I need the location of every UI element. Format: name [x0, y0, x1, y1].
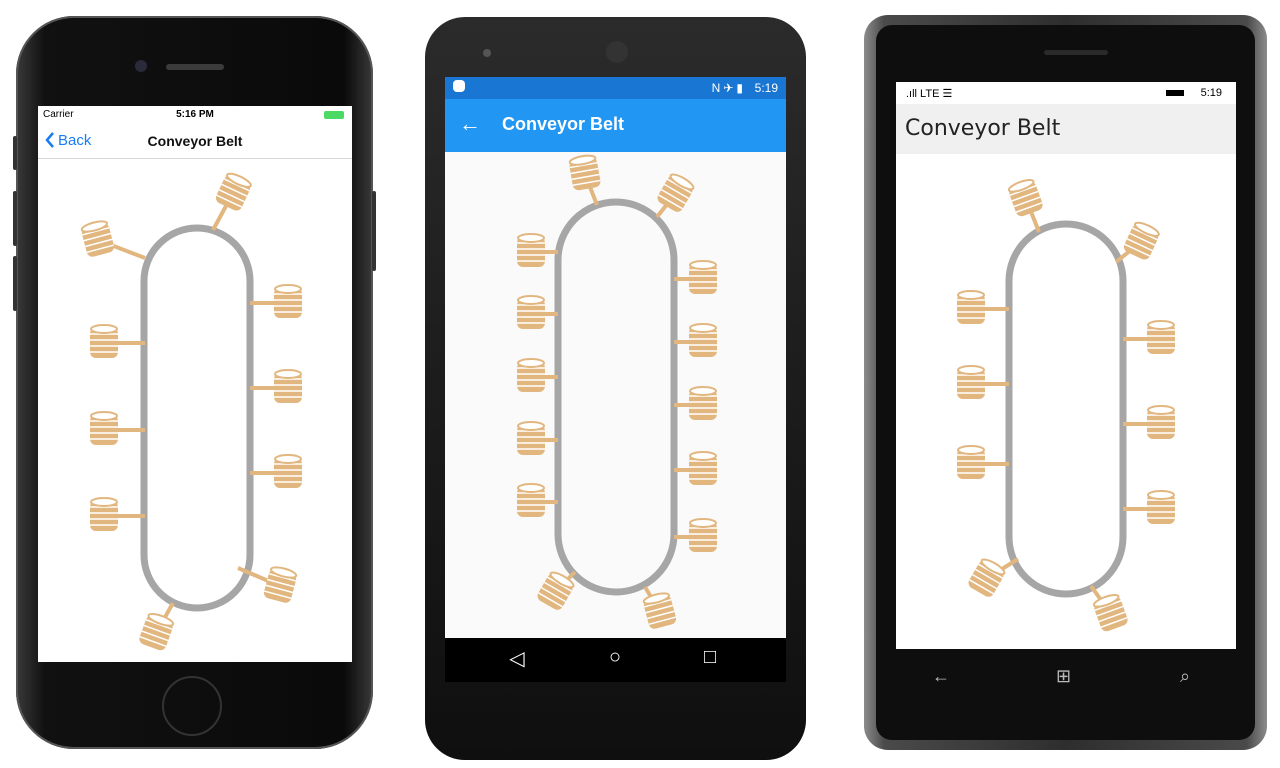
bucket-icon	[642, 592, 677, 629]
power-button	[372, 191, 376, 271]
conveyor-belt-canvas	[957, 179, 1175, 632]
bucket-icon	[957, 445, 985, 479]
bucket-icon	[517, 421, 545, 455]
conveyor-track	[1005, 220, 1127, 598]
bucket-icon	[689, 451, 717, 485]
bucket-icon	[689, 260, 717, 294]
signal-lte-indicator: .ıll LTE ☰	[906, 88, 953, 100]
bucket-icon	[968, 558, 1006, 597]
conveyor-belt-canvas	[80, 172, 302, 651]
android-status-bar: N✈▮ 5:19	[445, 77, 786, 99]
bucket-group	[957, 179, 1175, 632]
android-navigation-bar: ◁ ○ □	[445, 638, 786, 682]
bucket-icon	[517, 295, 545, 329]
bucket-icon	[957, 365, 985, 399]
wp-title-bar: Conveyor Belt	[896, 104, 1236, 154]
bucket-icon	[90, 497, 118, 531]
earpiece-speaker	[1044, 50, 1108, 55]
bucket-icon	[90, 411, 118, 445]
wp-screen: .ıll LTE ☰ 5:19 Conveyor Belt	[896, 82, 1236, 649]
mute-switch	[13, 136, 17, 170]
bucket-icon	[689, 323, 717, 357]
bucket-icon	[274, 454, 302, 488]
windows-start-button[interactable]: ⊞	[1056, 666, 1071, 687]
battery-icon	[1166, 90, 1184, 96]
nav-back-button[interactable]: ◁	[497, 646, 537, 671]
page-title: Conveyor Belt	[502, 114, 625, 134]
earpiece-speaker	[166, 64, 224, 70]
bucket-icon	[1007, 179, 1043, 217]
android-device: N✈▮ 5:19 ← Conveyor Belt ◁ ○ □	[425, 17, 806, 760]
android-screen: N✈▮ 5:19 ← Conveyor Belt ◁ ○ □	[445, 77, 786, 682]
search-button[interactable]: ⌕	[1180, 666, 1190, 687]
bucket-icon	[274, 369, 302, 403]
bucket-icon	[568, 154, 601, 191]
bucket-group	[517, 154, 717, 629]
bucket-icon	[1147, 490, 1175, 524]
bucket-icon	[957, 290, 985, 324]
arrow-left-icon[interactable]: ←	[459, 111, 481, 137]
sensor	[483, 49, 491, 57]
conveyor-track	[140, 224, 254, 612]
bucket-icon	[1092, 594, 1128, 632]
bucket-icon	[1147, 320, 1175, 354]
wp-navigation-bar: ← ⊞ ⌕	[896, 660, 1236, 700]
bucket-icon	[1147, 405, 1175, 439]
bucket-icon	[80, 220, 115, 257]
bucket-group	[80, 172, 302, 651]
bucket-icon	[263, 566, 298, 603]
bucket-icon	[90, 324, 118, 358]
bucket-icon	[517, 358, 545, 392]
android-notification-icon	[453, 80, 465, 92]
bucket-icon	[139, 613, 175, 651]
battery-icon	[324, 111, 344, 119]
ios-navigation-bar: Back Conveyor Belt	[38, 124, 352, 159]
bucket-icon	[274, 284, 302, 318]
volume-up-button	[13, 191, 17, 246]
conveyor-track	[554, 198, 678, 596]
android-toolbar: ← Conveyor Belt	[445, 99, 786, 152]
windows-phone-device: .ıll LTE ☰ 5:19 Conveyor Belt ← ⊞ ⌕	[864, 15, 1267, 750]
page-title: Conveyor Belt	[147, 133, 243, 149]
ios-status-bar: Carrier 5:16 PM	[38, 106, 352, 124]
volume-down-button	[13, 256, 17, 311]
conveyor-belt-canvas	[517, 154, 717, 629]
front-camera	[135, 60, 147, 72]
nav-back-button[interactable]: ←	[932, 666, 950, 687]
ios-screen: Carrier 5:16 PM Back Conveyor Belt	[38, 106, 352, 662]
bucket-icon	[1123, 221, 1160, 260]
page-title: Conveyor Belt	[905, 116, 1061, 141]
status-time: 5:19	[754, 81, 778, 95]
bucket-icon	[215, 172, 252, 211]
nav-home-button[interactable]: ○	[595, 646, 635, 669]
status-icons: N✈▮	[711, 81, 746, 95]
status-time: 5:16 PM	[176, 109, 214, 120]
bucket-icon	[689, 386, 717, 420]
nav-recents-button[interactable]: □	[690, 646, 730, 669]
iphone-device: Carrier 5:16 PM Back Conveyor Belt	[13, 16, 376, 749]
home-button[interactable]	[162, 676, 222, 736]
status-time: 5:19	[1200, 87, 1222, 99]
bucket-icon	[517, 233, 545, 267]
bucket-icon	[689, 518, 717, 552]
wp-status-bar: .ıll LTE ☰ 5:19	[896, 82, 1236, 104]
front-camera	[606, 41, 628, 63]
bucket-icon	[517, 483, 545, 517]
bucket-icon	[657, 173, 695, 212]
